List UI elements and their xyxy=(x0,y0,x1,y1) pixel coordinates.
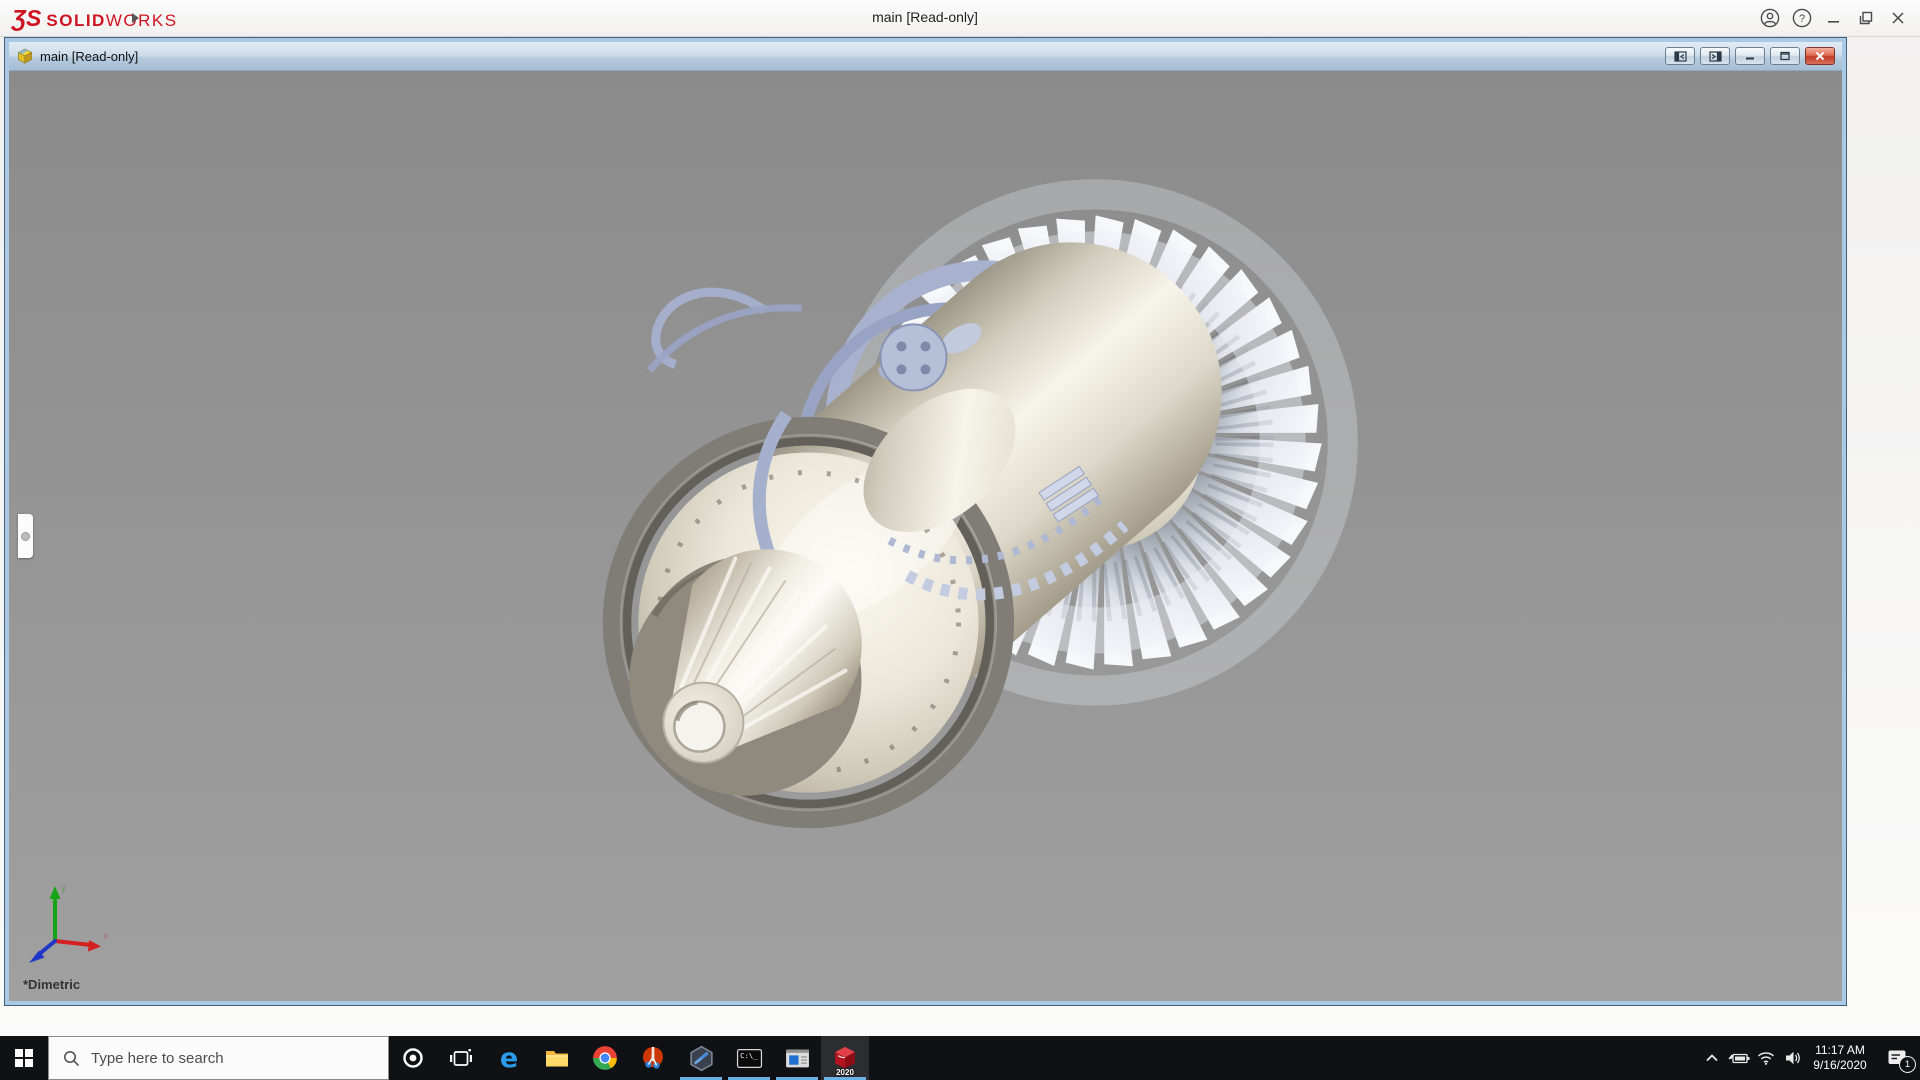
cad-viewer-icon[interactable] xyxy=(677,1036,725,1080)
command-prompt-icon[interactable]: C:\_ xyxy=(725,1036,773,1080)
app-titlebar: ƷS SOLID WORKS main [Read-only] ? xyxy=(0,0,1920,37)
view-orientation-label: *Dimetric xyxy=(23,977,81,992)
close-window-icon[interactable] xyxy=(1882,3,1914,33)
snipping-tool-icon[interactable] xyxy=(629,1036,677,1080)
tray-volume-icon[interactable] xyxy=(1779,1036,1806,1080)
triad-x-label: x xyxy=(103,931,108,942)
clock-date: 9/16/2020 xyxy=(1813,1058,1867,1072)
app-title: main [Read-only] xyxy=(872,9,978,25)
file-explorer-icon[interactable] xyxy=(533,1036,581,1080)
document-titlebar[interactable]: main [Read-only] xyxy=(9,42,1842,71)
panel-handle-dot-icon xyxy=(21,531,30,541)
solidworks-2020-icon[interactable]: 2020 xyxy=(821,1036,869,1080)
pane-right-button[interactable] xyxy=(1700,47,1730,65)
taskbar: e C:\_ xyxy=(0,1036,1920,1080)
svg-text:C:\_: C:\_ xyxy=(740,1050,758,1059)
engine-model[interactable] xyxy=(9,71,1842,1001)
cortana-icon[interactable] xyxy=(389,1036,437,1080)
menu-flyout-arrow-icon[interactable] xyxy=(128,11,142,25)
assembly-cube-icon xyxy=(17,48,33,64)
notification-badge: 1 xyxy=(1899,1056,1916,1073)
search-input[interactable] xyxy=(89,1048,388,1068)
tray-clock[interactable]: 11:17 AM 9/16/2020 xyxy=(1806,1036,1874,1080)
restore-window-icon[interactable] xyxy=(1850,3,1882,33)
orientation-triad: y x xyxy=(29,883,108,963)
svg-text:?: ? xyxy=(1799,13,1805,25)
search-icon xyxy=(64,1050,80,1066)
dassault-3ds-mark: ƷS xyxy=(12,5,42,31)
pane-left-button[interactable] xyxy=(1665,47,1695,65)
solidworks-year-label: 2020 xyxy=(836,1068,854,1077)
start-button[interactable] xyxy=(0,1036,48,1080)
tray-wifi-icon[interactable] xyxy=(1752,1036,1779,1080)
svg-text:e: e xyxy=(500,1044,518,1072)
help-icon[interactable]: ? xyxy=(1786,3,1818,33)
tray-chevron-up-icon[interactable] xyxy=(1698,1036,1725,1080)
feature-panel-handle[interactable] xyxy=(18,514,33,558)
solidworks-logo: ƷS SOLID WORKS xyxy=(12,5,178,31)
doc-maximize-button[interactable] xyxy=(1770,47,1800,65)
media-app-icon[interactable] xyxy=(773,1036,821,1080)
minimize-window-icon[interactable] xyxy=(1818,3,1850,33)
chrome-icon[interactable] xyxy=(581,1036,629,1080)
triad-y-label: y xyxy=(61,883,66,894)
taskbar-search[interactable] xyxy=(48,1036,389,1080)
task-view-icon[interactable] xyxy=(437,1036,485,1080)
action-center-icon[interactable]: 1 xyxy=(1874,1036,1920,1080)
tray-battery-icon[interactable] xyxy=(1725,1036,1752,1080)
document-window: main [Read-only] y x *Dimetric xyxy=(5,38,1846,1005)
edge-icon[interactable]: e xyxy=(485,1036,533,1080)
document-title: main [Read-only] xyxy=(40,48,139,64)
doc-minimize-button[interactable] xyxy=(1735,47,1765,65)
account-icon[interactable] xyxy=(1754,3,1786,33)
viewport-3d[interactable]: y x *Dimetric xyxy=(9,71,1842,1001)
clock-time: 11:17 AM xyxy=(1815,1043,1865,1057)
doc-close-button[interactable] xyxy=(1805,47,1835,65)
